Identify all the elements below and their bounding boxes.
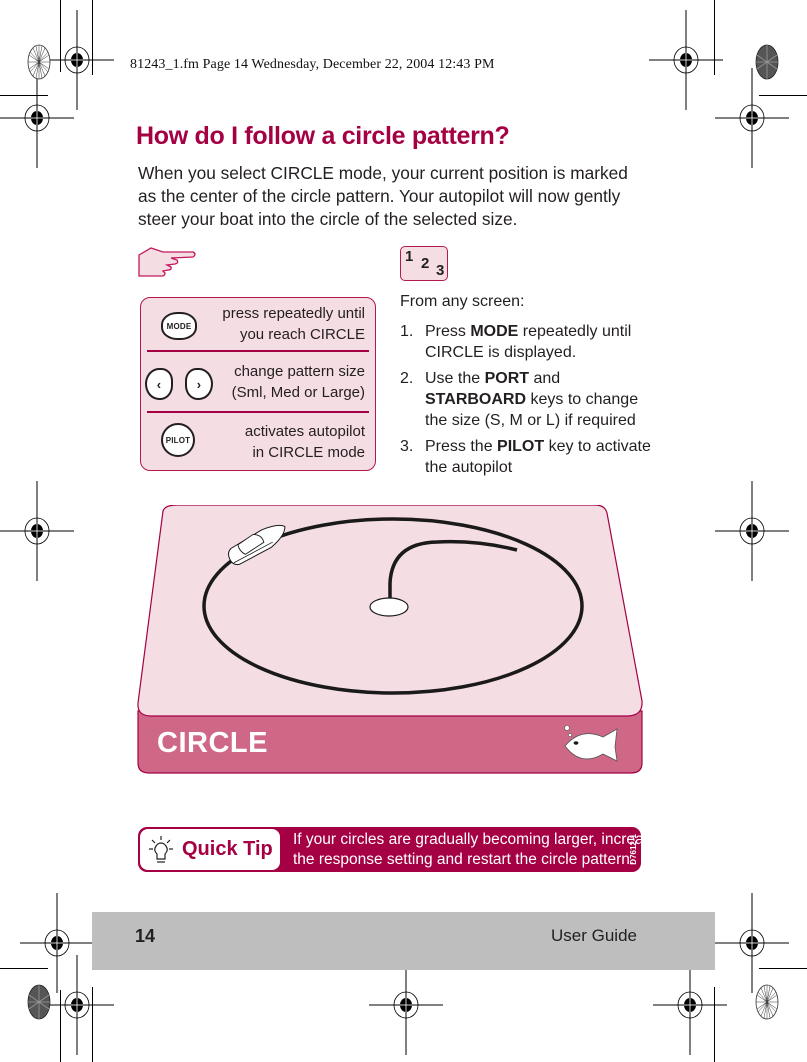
steps-intro: From any screen: — [400, 293, 525, 310]
center-marker — [369, 597, 409, 617]
page-footer: 14 User Guide — [92, 912, 715, 970]
quick-tip-label-box: Quick Tip — [140, 829, 280, 870]
lightbulb-icon — [149, 836, 173, 863]
key-row-pilot: PILOT activates autopilot in CIRCLE mode — [141, 416, 375, 472]
key-row-mode: MODE press repeatedly until you reach CI… — [141, 298, 375, 354]
page-number: 14 — [135, 926, 156, 946]
quick-tip-label: Quick Tip — [182, 838, 273, 860]
divider — [147, 411, 369, 413]
print-header: 81243_1.fm Page 14 Wednesday, December 2… — [130, 57, 495, 72]
key-description: activates autopilot in CIRCLE mode — [244, 423, 365, 461]
page-title: How do I follow a circle pattern? — [136, 122, 510, 150]
key-description: press repeatedly until you reach CIRCLE — [222, 305, 365, 343]
keys-panel: MODE press repeatedly until you reach CI… — [140, 297, 376, 471]
key-description: change pattern size (Sml, Med or Large) — [231, 363, 365, 401]
intro-paragraph: When you select CIRCLE mode, your curren… — [138, 163, 628, 229]
divider — [147, 350, 369, 352]
circle-mode-label: CIRCLE — [157, 727, 268, 759]
footer-title: User Guide — [551, 926, 637, 945]
quick-tip-text: If your circles are gradually becoming l… — [293, 831, 661, 868]
mode-key[interactable]: MODE — [161, 312, 197, 340]
pilot-key[interactable]: PILOT — [161, 423, 195, 457]
port-key[interactable]: ‹ — [145, 368, 173, 400]
key-row-port-starboard: ‹ › change pattern size (Sml, Med or Lar… — [141, 356, 375, 412]
figure-code: D7612-1 — [629, 834, 638, 865]
numbered-steps-icon: 1 2 3 — [400, 246, 448, 281]
starboard-key[interactable]: › — [185, 368, 213, 400]
quick-tip: Quick Tip If your circles are gradually … — [138, 827, 660, 872]
pointing-hand-icon — [138, 247, 196, 277]
